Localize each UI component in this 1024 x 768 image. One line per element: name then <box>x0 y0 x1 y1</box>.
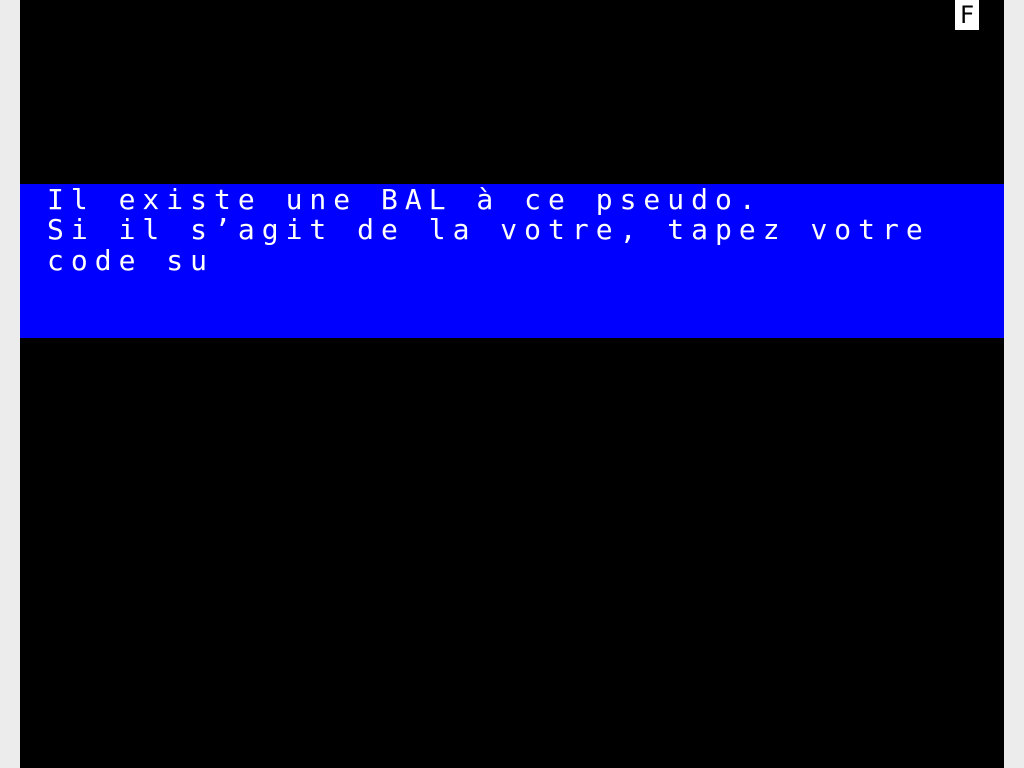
message-panel: Il existe une BAL à ce pseudo. Si il s’a… <box>20 184 1004 338</box>
message-line: Il existe une BAL à ce pseudo. <box>47 185 763 215</box>
status-indicator: F <box>955 0 979 30</box>
terminal-screen: F Il existe une BAL à ce pseudo. Si il s… <box>20 0 1004 768</box>
message-line: code su <box>47 246 215 276</box>
message-line: Si il s’agit de la votre, tapez votre <box>47 215 930 245</box>
